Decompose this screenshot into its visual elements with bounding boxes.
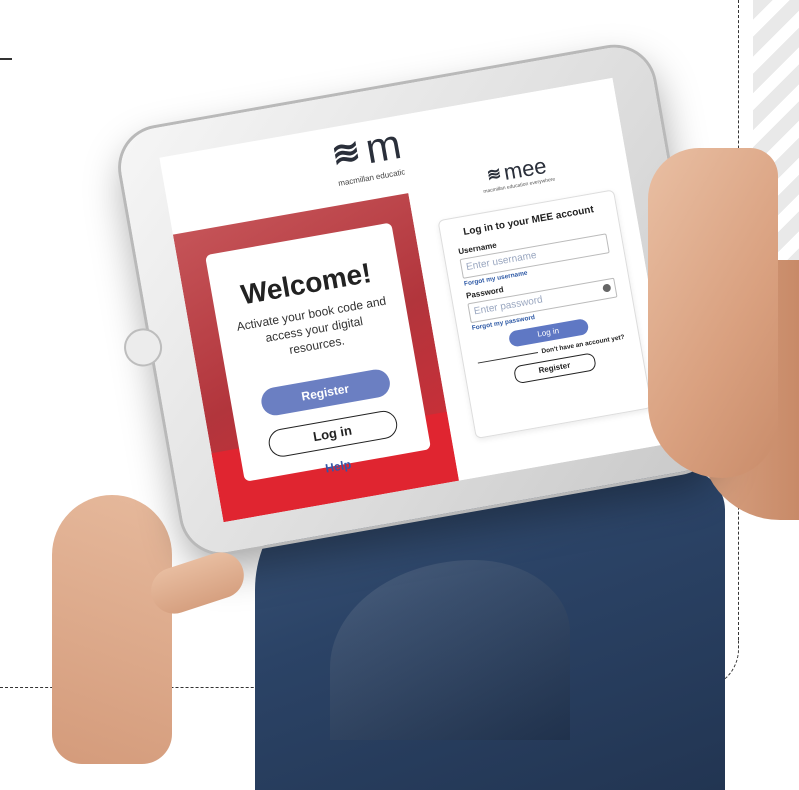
separator-line (477, 352, 538, 364)
tablet-screen: ≋ mee macmillan education everywhere Wel… (159, 77, 677, 523)
password-visibility-icon[interactable] (602, 283, 612, 293)
welcome-card: Welcome! Activate your book code and acc… (205, 222, 432, 482)
left-hand (52, 495, 172, 764)
logo-mark-icon: ≋ (485, 163, 503, 185)
decorative-tick (0, 58, 12, 60)
login-card: Log in to your MEE account Username Ente… (437, 189, 653, 440)
register-button[interactable]: Register (258, 367, 392, 418)
right-hand (648, 148, 778, 478)
logo-mark-icon: ≋ (328, 132, 364, 175)
